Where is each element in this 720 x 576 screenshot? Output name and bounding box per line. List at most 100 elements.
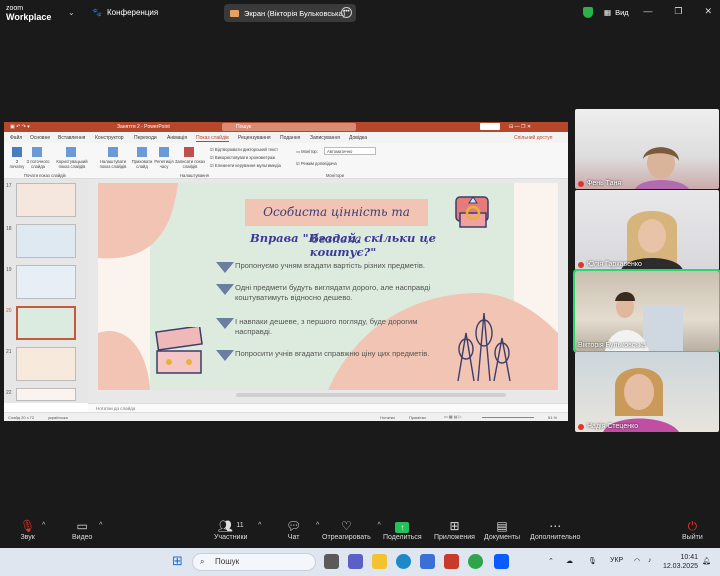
pp-window-controls[interactable]: ⊟ — ❐ ✕: [509, 124, 531, 130]
slide-thumbnail[interactable]: [16, 224, 76, 258]
from-current-label: З поточного слайда: [26, 159, 50, 169]
zoom-icon[interactable]: [494, 554, 509, 569]
view-menu[interactable]: ▦ Вид: [604, 8, 629, 17]
participant-tile[interactable]: Надія Стеценко: [575, 352, 719, 432]
taskbar-search[interactable]: ⌕ Пошук: [192, 553, 316, 571]
file-explorer-icon[interactable]: [372, 554, 387, 569]
view-buttons[interactable]: ▭ ▦ ▤ ▷: [444, 414, 462, 419]
tab-insert[interactable]: Вставлення: [58, 135, 85, 141]
tab-help[interactable]: Довідка: [349, 135, 367, 141]
monitor-select[interactable]: Автоматично: [324, 147, 376, 155]
from-start-icon[interactable]: [12, 147, 22, 157]
react-button[interactable]: ♡ Отреагировать ^: [322, 519, 381, 541]
chrome-icon[interactable]: [468, 554, 483, 569]
notification-bell-icon[interactable]: 🔔︎: [702, 557, 711, 565]
comments-toggle[interactable]: Примітки: [409, 415, 426, 420]
participant-name-label: Надія Стеценко: [587, 423, 639, 430]
search-icon: ⌕: [200, 557, 205, 566]
participant-video: [603, 368, 679, 432]
more-button[interactable]: ⋯ Дополнительно: [530, 519, 580, 541]
language-indicator[interactable]: УКР: [610, 557, 623, 564]
clock-date: 12.03.2025: [662, 563, 698, 570]
pp-share-button[interactable]: Спільний доступ: [514, 135, 552, 141]
notes-toggle[interactable]: Нотатки: [380, 415, 395, 420]
horizontal-scrollbar[interactable]: [236, 393, 506, 397]
from-current-icon[interactable]: [32, 147, 42, 157]
slide-thumbnail[interactable]: [16, 347, 76, 381]
chk-timings[interactable]: ☑ Використовувати хронометраж: [210, 155, 275, 160]
zoom-slider[interactable]: [482, 417, 534, 418]
chevron-up-icon[interactable]: ^: [99, 522, 102, 529]
chevron-up-icon[interactable]: ^: [378, 522, 381, 529]
chat-icon: 💬︎: [286, 519, 302, 533]
wifi-icon[interactable]: ◠: [634, 557, 640, 565]
audio-button[interactable]: 🎙︎ Звук ^: [20, 519, 45, 541]
monitor-control: ▭ Монітор:: [296, 149, 318, 154]
cloud-icon[interactable]: ☁: [566, 557, 573, 565]
microphone-icon[interactable]: 🎙︎: [588, 557, 597, 565]
custom-show-icon[interactable]: [66, 147, 76, 157]
close-icon[interactable]: ✕: [704, 6, 712, 17]
chevron-up-icon[interactable]: ^: [316, 522, 319, 529]
thumb-number: 21: [6, 349, 12, 355]
participant-tile[interactable]: Юлія Гаркавенко: [575, 190, 719, 270]
docs-button[interactable]: ▤ Документы: [484, 519, 520, 541]
tab-record[interactable]: Записування: [310, 135, 340, 141]
task-view-icon[interactable]: [324, 554, 339, 569]
edge-icon[interactable]: [396, 554, 411, 569]
rehearse-icon[interactable]: [159, 147, 169, 157]
chk-narrations[interactable]: ☑ Відтворювати дикторський текст: [210, 147, 278, 152]
tray-overflow-icon[interactable]: ⌃: [548, 557, 554, 565]
chk-presenter[interactable]: ☑ Режим доповідача: [296, 161, 337, 166]
volume-icon[interactable]: ♪: [648, 557, 652, 564]
slide-thumbnail[interactable]: [16, 265, 76, 299]
pp-ribbon: З початку З поточного слайда Користуваць…: [4, 143, 568, 179]
notes-pane[interactable]: Нотатки до слайда: [88, 403, 568, 412]
windows-taskbar: ⊞ ⌕ Пошук ⌃ ☁ 🎙︎ УКР ◠ ♪ 10:41 12.03.202…: [0, 548, 720, 576]
hide-slide-icon[interactable]: [137, 147, 147, 157]
notes-placeholder: Нотатки до слайда: [96, 406, 136, 411]
windows-start-icon[interactable]: ⊞: [172, 554, 183, 568]
camera-icon: ▭: [76, 519, 88, 533]
maximize-icon[interactable]: ❐: [674, 6, 682, 17]
video-button[interactable]: ▭ Видео ^: [72, 519, 102, 541]
chevron-up-icon[interactable]: ^: [258, 522, 261, 529]
pp-search[interactable]: Пошук: [222, 123, 356, 131]
setup-show-icon[interactable]: [108, 147, 118, 157]
more-options-icon[interactable]: •••: [341, 7, 352, 18]
powerpoint-icon[interactable]: [444, 554, 459, 569]
share-screen-button[interactable]: ↑ Поделиться: [383, 519, 422, 541]
tab-view[interactable]: Подання: [280, 135, 300, 141]
group-setup-label: Налаштування: [180, 173, 209, 178]
participant-tile-active-speaker[interactable]: Вікторія Бульковська: [573, 269, 720, 353]
share-label: Поделиться: [383, 534, 422, 541]
screen-share-indicator[interactable]: Экран (Вікторія Бульковська) •••: [224, 4, 356, 22]
conference-menu[interactable]: 🐾 Конференция: [92, 8, 158, 17]
slide-thumbnail[interactable]: [16, 183, 76, 217]
slide-thumbnail-selected[interactable]: [16, 306, 76, 340]
security-shield-icon[interactable]: [583, 7, 593, 18]
chevron-up-icon[interactable]: ^: [42, 522, 45, 529]
taskbar-clock[interactable]: 10:41 12.03.2025: [663, 553, 698, 571]
leave-button[interactable]: ⏻ Выйти: [682, 519, 703, 541]
pp-signin[interactable]: [480, 123, 500, 130]
tab-slideshow[interactable]: Показ слайдів: [196, 135, 229, 142]
minimize-icon[interactable]: —: [643, 6, 652, 17]
apps-button[interactable]: ⊞ Приложения: [434, 519, 475, 541]
participant-tile[interactable]: Фень Таня: [575, 109, 719, 189]
chat-button[interactable]: 💬︎ Чат ^: [286, 519, 319, 541]
tab-home[interactable]: Основне: [30, 135, 50, 141]
chk-media[interactable]: ☑ Елементи керування мультимедіа: [210, 163, 281, 168]
chevron-down-icon[interactable]: ⌄: [68, 8, 75, 17]
record-icon[interactable]: [184, 147, 194, 157]
tab-animations[interactable]: Анімація: [167, 135, 187, 141]
language-status[interactable]: українська: [48, 415, 68, 420]
tab-design[interactable]: Конструктор: [95, 135, 124, 141]
teams-icon[interactable]: [348, 554, 363, 569]
tab-file[interactable]: Файл: [10, 135, 22, 141]
tab-review[interactable]: Рецензування: [238, 135, 271, 141]
store-icon[interactable]: [420, 554, 435, 569]
tab-transitions[interactable]: Переходи: [134, 135, 157, 141]
participants-button[interactable]: 👥︎ 11 Участники ^: [214, 519, 261, 541]
slide-thumbnail[interactable]: [16, 388, 76, 401]
